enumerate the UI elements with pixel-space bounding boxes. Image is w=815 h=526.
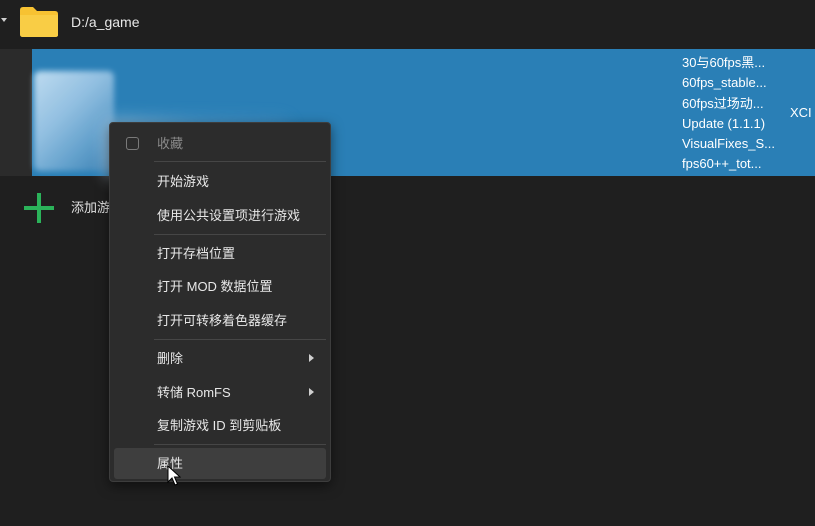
menu-separator	[154, 161, 326, 162]
menu-item-start-global-config[interactable]: 使用公共设置项进行游戏	[114, 200, 326, 231]
menu-item-label: 转储 RomFS	[157, 385, 231, 400]
plus-icon	[22, 191, 56, 225]
menu-item-open-mod-location[interactable]: 打开 MOD 数据位置	[114, 271, 326, 302]
menu-item-label: 复制游戏 ID 到剪贴板	[157, 418, 282, 433]
menu-item-copy-title-id[interactable]: 复制游戏 ID 到剪贴板	[114, 410, 326, 441]
add-game-entry[interactable]: 添加游	[0, 182, 120, 230]
menu-item-start-game[interactable]: 开始游戏	[114, 166, 326, 197]
menu-item-label: 开始游戏	[157, 174, 210, 189]
folder-header[interactable]: D:/a_game	[0, 0, 815, 46]
checkbox-icon[interactable]	[126, 137, 139, 150]
menu-item-open-save-location[interactable]: 打开存档位置	[114, 238, 326, 269]
addon-item: Update (1.1.1)	[682, 115, 766, 131]
menu-item-label: 打开可转移着色器缓存	[157, 313, 288, 328]
mouse-pointer-icon	[167, 465, 181, 486]
menu-item-favorite[interactable]: 收藏	[114, 128, 326, 159]
collapse-arrow-icon[interactable]	[1, 18, 7, 22]
addon-item: VisualFixes_S...	[682, 136, 775, 152]
row-left-gutter	[0, 49, 32, 176]
menu-item-label: 删除	[157, 351, 184, 366]
menu-item-properties[interactable]: 属性	[114, 448, 326, 479]
addon-item: 60fps_stable...	[682, 75, 767, 91]
menu-separator	[154, 234, 326, 235]
add-game-label: 添加游	[71, 200, 111, 215]
game-list-window: D:/a_game 30与60fps黑... 60fps_stable... 6…	[0, 0, 815, 526]
context-menu: 收藏 开始游戏 使用公共设置项进行游戏 打开存档位置 打开 MOD 数据位置 打…	[109, 122, 331, 482]
addon-item: fps60++_tot...	[682, 156, 762, 172]
chevron-right-icon	[309, 388, 314, 396]
menu-item-delete[interactable]: 删除	[114, 343, 326, 374]
addon-item: 30与60fps黑...	[682, 55, 766, 70]
menu-item-label: 打开存档位置	[157, 246, 236, 261]
chevron-right-icon	[309, 354, 314, 362]
menu-separator	[154, 444, 326, 445]
file-type-label: XCI	[790, 105, 812, 120]
menu-item-label: 打开 MOD 数据位置	[157, 279, 273, 294]
game-icon-blurred	[34, 71, 114, 171]
menu-item-label: 收藏	[157, 136, 184, 151]
folder-icon	[20, 7, 58, 37]
game-addons-list: 30与60fps黑... 60fps_stable... 60fps过场动...…	[682, 53, 782, 175]
menu-item-label: 使用公共设置项进行游戏	[157, 208, 301, 223]
menu-separator	[154, 339, 326, 340]
menu-item-open-shader-cache[interactable]: 打开可转移着色器缓存	[114, 305, 326, 336]
folder-path-label: D:/a_game	[71, 14, 140, 30]
addon-item: 60fps过场动...	[682, 95, 764, 111]
menu-item-dump-romfs[interactable]: 转储 RomFS	[114, 377, 326, 408]
